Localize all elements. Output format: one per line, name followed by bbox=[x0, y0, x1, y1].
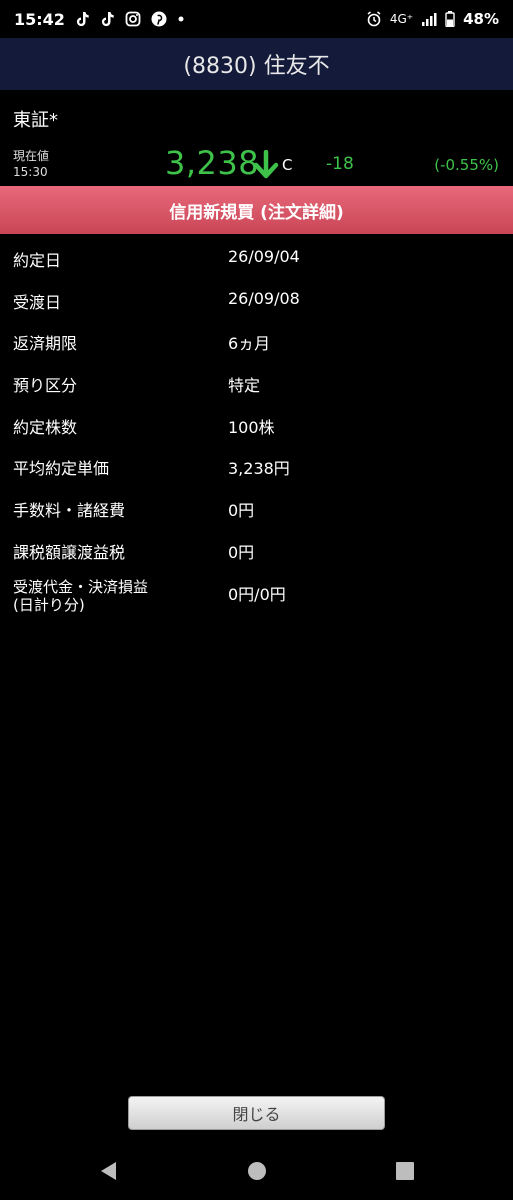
exchange-label: 東証* bbox=[13, 110, 58, 131]
close-button[interactable]: 閉じる bbox=[128, 1096, 385, 1130]
down-arrow-icon bbox=[253, 150, 279, 179]
page-title: (8830) 住友不 bbox=[183, 54, 330, 79]
detail-label: 約定日 bbox=[13, 251, 62, 270]
detail-label: 手数料・諸経費 bbox=[13, 501, 126, 521]
detail-row-average-price: 平均約定単価 3,238円 bbox=[0, 444, 513, 486]
detail-value: 6ヵ月 bbox=[228, 334, 271, 354]
detail-label: 預り区分 bbox=[13, 376, 78, 396]
battery-percent: 48% bbox=[463, 10, 499, 28]
signal-icon bbox=[421, 12, 437, 27]
tiktok-icon bbox=[100, 11, 115, 27]
alarm-icon bbox=[366, 11, 382, 27]
instagram-icon bbox=[125, 11, 141, 27]
price-flag: C bbox=[282, 156, 293, 174]
detail-value: 3,238円 bbox=[228, 459, 290, 479]
detail-row-account-type: 預り区分 特定 bbox=[0, 361, 513, 403]
current-price: 3,238 bbox=[165, 144, 260, 182]
detail-row-trade-date: 約定日 26/09/04 bbox=[0, 236, 513, 278]
detail-label: 受渡日 bbox=[13, 292, 62, 312]
battery-icon bbox=[445, 11, 455, 27]
close-button-label: 閉じる bbox=[232, 1105, 281, 1124]
home-icon[interactable] bbox=[248, 1162, 266, 1180]
detail-value: 26/09/08 bbox=[228, 288, 300, 308]
banner-text: 信用新規買 (注文詳細) bbox=[169, 202, 344, 223]
network-type: 4G⁺ bbox=[389, 12, 414, 26]
detail-row-settlement-amount: 受渡代金・決済損益 (日計り分) 0円/0円 bbox=[0, 570, 513, 620]
order-details: 約定日 26/09/04 受渡日 26/09/08 返済期限 6ヵ月 預り区分 … bbox=[0, 236, 513, 620]
detail-row-fees: 手数料・諸経費 0円 bbox=[0, 486, 513, 528]
status-time: 15:42 bbox=[14, 9, 65, 29]
detail-row-repayment-deadline: 返済期限 6ヵ月 bbox=[0, 319, 513, 361]
detail-label: 返済期限 bbox=[13, 334, 78, 354]
page-title-bar: (8830) 住友不 bbox=[0, 38, 513, 90]
order-detail-banner: 信用新規買 (注文詳細) bbox=[0, 186, 513, 234]
detail-value: 0円/0円 bbox=[228, 584, 286, 604]
detail-value: 26/09/04 bbox=[228, 247, 300, 266]
recents-icon[interactable] bbox=[396, 1162, 414, 1180]
detail-value: 0円 bbox=[228, 542, 255, 562]
price-caption-label: 現在値 bbox=[13, 149, 50, 163]
price-change-percent: (-0.55%) bbox=[434, 156, 499, 174]
detail-value: 100株 bbox=[228, 417, 275, 437]
screen: 15:42 4G⁺ 48% (8830) 住友不 東証* 現在値 15:30 3… bbox=[0, 0, 513, 1200]
pinterest-icon bbox=[151, 11, 167, 27]
detail-label: 課税額譲渡益税 bbox=[13, 542, 126, 562]
detail-label-line1: 受渡代金・決済損益 bbox=[13, 577, 149, 596]
detail-label: 約定株数 bbox=[13, 417, 78, 437]
detail-row-settlement-date: 受渡日 26/09/08 bbox=[0, 278, 513, 320]
detail-value: 0円 bbox=[228, 501, 255, 521]
back-icon[interactable] bbox=[99, 1161, 117, 1181]
tiktok-icon bbox=[75, 11, 90, 27]
navigation-bar bbox=[0, 1145, 513, 1200]
detail-row-capital-gains-tax: 課税額譲渡益税 0円 bbox=[0, 528, 513, 570]
detail-value: 特定 bbox=[228, 376, 261, 396]
price-caption-time: 15:30 bbox=[13, 165, 48, 179]
detail-label-line2: (日計り分) bbox=[13, 595, 85, 614]
price-change: -18 bbox=[326, 154, 354, 174]
detail-row-shares: 約定株数 100株 bbox=[0, 403, 513, 445]
price-caption: 現在値 15:30 bbox=[13, 148, 49, 180]
detail-label: 受渡代金・決済損益 (日計り分) bbox=[13, 578, 148, 614]
price-row: 現在値 15:30 3,238 C -18 (-0.55%) bbox=[0, 140, 513, 186]
dot-icon bbox=[177, 15, 185, 23]
detail-label: 平均約定単価 bbox=[13, 459, 110, 479]
status-bar: 15:42 4G⁺ 48% bbox=[0, 0, 513, 38]
